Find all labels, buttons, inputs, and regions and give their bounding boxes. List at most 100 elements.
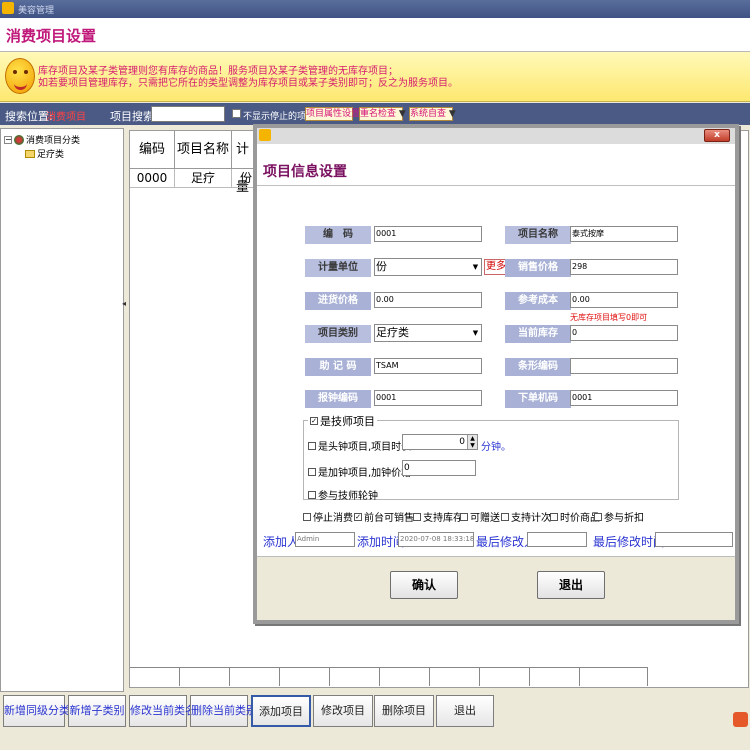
option-checkbox[interactable] — [501, 512, 509, 521]
category-tree: − 消费项目分类 足疗类 ◂ — [0, 128, 126, 692]
footer-cell — [480, 668, 530, 686]
add-clock-checkbox[interactable] — [308, 467, 316, 476]
dropdown-arrow-icon: ▼ — [398, 109, 406, 119]
code-input[interactable]: 0001 — [374, 226, 482, 242]
hide-stopped-checkbox[interactable] — [232, 109, 241, 118]
dialog-exit-button[interactable]: 退出 — [537, 571, 605, 599]
rename-category-button[interactable]: 修改当前类名 — [129, 695, 196, 727]
purchase-price-input[interactable]: 0.00 — [374, 292, 482, 308]
footer-cell — [380, 668, 430, 686]
footer-cell — [180, 668, 230, 686]
added-time-input[interactable]: 2020-07-08 18:33:18 — [398, 532, 474, 547]
code-label: 编 码 — [305, 226, 371, 244]
footer-cell — [230, 668, 280, 686]
mnemonic-label: 助 记 码 — [305, 358, 371, 376]
add-sibling-category-button[interactable]: 新增同级分类 — [3, 695, 70, 727]
edit-item-button[interactable]: 修改项目 — [313, 695, 373, 727]
option-support-stock[interactable]: 支持库存 — [413, 509, 463, 524]
barcode-input[interactable] — [570, 358, 678, 374]
name-label: 项目名称 — [505, 226, 571, 244]
smiley-icon — [5, 58, 35, 94]
category-select[interactable]: 足疗类 ▼ — [374, 324, 482, 342]
splitter-arrow-icon[interactable]: ◂ — [122, 299, 126, 308]
unit-label: 计量单位 — [305, 259, 371, 277]
order-code-input[interactable]: 0001 — [570, 390, 678, 406]
added-by-input[interactable]: Admin — [295, 532, 355, 547]
duration-spinner[interactable]: 0 ▲ ▼ — [402, 434, 478, 450]
option-checkbox[interactable] — [550, 512, 558, 521]
purchase-price-label: 进货价格 — [305, 292, 371, 310]
column-header-code[interactable]: 编码 — [130, 131, 175, 169]
unit-select[interactable]: 份 ▼ — [374, 258, 482, 276]
footer-cell — [430, 668, 480, 686]
tree-root[interactable]: − 消费项目分类 — [4, 133, 80, 146]
added-by-label: 添加人 — [263, 535, 300, 549]
category-root-icon — [14, 134, 24, 145]
option-stop-consumption[interactable]: 停止消费 — [303, 509, 353, 524]
modified-time-input[interactable] — [655, 532, 733, 547]
add-subcategory-button[interactable]: 新增子类别 — [68, 695, 126, 727]
minutes-unit-label: 分钟。 — [481, 442, 511, 453]
option-checkbox[interactable] — [413, 512, 421, 521]
option-giftable[interactable]: 可赠送 — [460, 509, 500, 524]
notice-line-2: 如若要项目管理库存，只需把它所在的类型调整为库存项目或某子类别即可；反之为服务项… — [38, 78, 458, 89]
duplicate-check-button[interactable]: 重名检查 ▼ — [359, 107, 406, 121]
head-clock-checkbox[interactable] — [308, 441, 316, 450]
tree-root-label: 消费项目分类 — [26, 136, 81, 146]
option-checkbox[interactable] — [303, 512, 311, 521]
mnemonic-input[interactable]: TSAM — [374, 358, 482, 374]
sale-price-label: 销售价格 — [505, 259, 571, 277]
head-clock-label: 是头钟项目,项目时长 — [318, 442, 412, 453]
exit-button[interactable]: 退出 — [436, 695, 494, 727]
table-cell-code[interactable]: 0000 — [130, 169, 175, 188]
attr-setting-button[interactable]: 项目属性设置 — [305, 107, 360, 121]
spinner-arrows-icon[interactable]: ▲ ▼ — [467, 435, 477, 449]
confirm-button[interactable]: 确认 — [390, 571, 458, 599]
stock-hint-text: 无库存项目填写0即可 — [570, 313, 648, 322]
barcode-label: 条形编码 — [505, 358, 571, 376]
stock-input[interactable]: 0 — [570, 325, 678, 341]
chevron-down-icon[interactable]: ▼ — [471, 326, 480, 340]
rotation-option[interactable]: 参与技师轮钟 — [308, 487, 378, 502]
option-front-sale[interactable]: ✓ 前台可销售 — [354, 509, 414, 524]
footer-cell — [130, 668, 180, 686]
add-clock-option[interactable]: 是加钟项目,加钟价格 — [308, 464, 411, 479]
footer-cell — [580, 668, 648, 686]
head-clock-option[interactable]: 是头钟项目,项目时长 — [308, 438, 411, 453]
dialog-close-button[interactable]: x — [704, 129, 730, 142]
ref-cost-input[interactable]: 0.00 — [570, 292, 678, 308]
table-cell-name[interactable]: 足疗 — [175, 169, 232, 188]
add-item-button[interactable]: 添加项目 — [251, 695, 311, 727]
tree-item-foot-therapy[interactable]: 足疗类 — [25, 147, 64, 160]
option-count-based[interactable]: 支持计次 — [501, 509, 551, 524]
footer-cell — [330, 668, 380, 686]
sale-price-input[interactable]: 298 — [570, 259, 678, 275]
duplicate-check-label: 重名检查 — [360, 109, 397, 119]
chevron-down-icon[interactable]: ▼ — [471, 260, 480, 274]
option-checkbox[interactable] — [460, 512, 468, 521]
item-search-input[interactable] — [151, 106, 225, 122]
name-input[interactable]: 泰式按摩 — [570, 226, 678, 242]
add-clock-price-input[interactable]: 0 — [402, 460, 476, 476]
option-discount[interactable]: 参与折扣 — [594, 509, 644, 524]
collapse-icon[interactable]: − — [4, 135, 12, 144]
search-location-value[interactable]: 消费项目 — [46, 108, 86, 123]
app-icon — [2, 2, 14, 14]
option-checkbox[interactable]: ✓ — [354, 512, 362, 521]
unit-select-value: 份 — [376, 260, 387, 273]
delete-item-button[interactable]: 删除项目 — [374, 695, 434, 727]
auto-check-button[interactable]: 系统自查 ▼ — [409, 107, 456, 121]
technician-group-legend[interactable]: ✓ 是技师项目 — [308, 413, 377, 429]
window-titlebar: 美容管理 — [0, 0, 750, 18]
modified-by-input[interactable] — [527, 532, 587, 547]
option-checkbox[interactable] — [594, 512, 602, 521]
option-label: 支持库存 — [423, 513, 463, 524]
stock-label: 当前库存 — [505, 325, 571, 343]
option-market-price[interactable]: 时价商品 — [550, 509, 600, 524]
delete-category-button[interactable]: 删除当前类别 — [190, 695, 257, 727]
folder-icon — [25, 149, 35, 158]
clock-code-input[interactable]: 0001 — [374, 390, 482, 406]
rotation-checkbox[interactable] — [308, 490, 316, 499]
column-header-name[interactable]: 项目名称 — [175, 131, 232, 169]
technician-checkbox[interactable]: ✓ — [310, 417, 318, 425]
